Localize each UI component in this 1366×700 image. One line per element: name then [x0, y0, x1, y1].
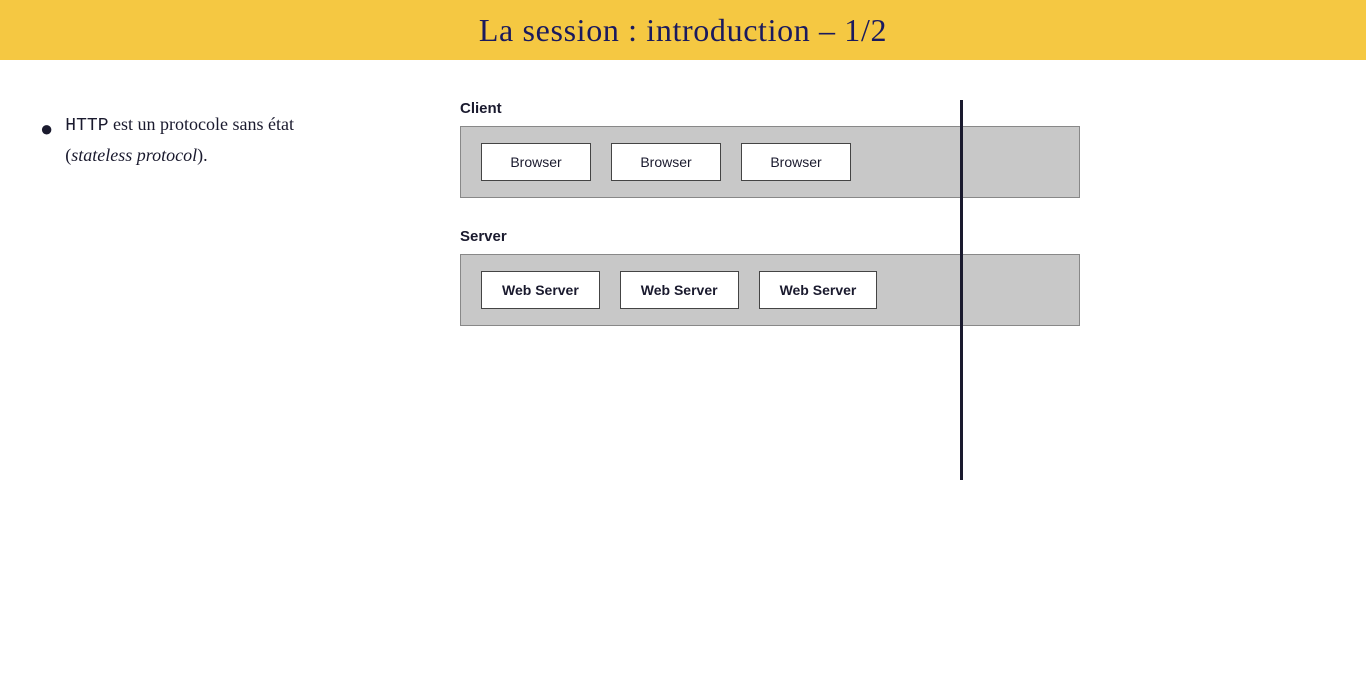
slide-title: La session : introduction – 1/2: [479, 12, 887, 49]
bullet-text: HTTP est un protocole sans état(stateles…: [65, 110, 294, 172]
right-panel: Client Browser Browser Browser Server We…: [460, 90, 1326, 670]
http-label: HTTP: [65, 116, 108, 136]
bullet-dot: ●: [40, 112, 53, 145]
server-diagram-box: Web Server Web Server Web Server: [460, 254, 1080, 326]
server-label: Server: [460, 228, 1326, 245]
client-diagram-box: Browser Browser Browser: [460, 126, 1080, 198]
vertical-divider: [960, 100, 963, 480]
left-panel: ● HTTP est un protocole sans état(statel…: [40, 90, 420, 670]
bullet-text-italic: stateless protocol: [71, 145, 197, 165]
web-server-box-3: Web Server: [759, 271, 878, 309]
server-section: Server Web Server Web Server Web Server: [460, 228, 1326, 326]
diagrams-wrapper: Client Browser Browser Browser Server We…: [460, 100, 1326, 326]
browser-box-2: Browser: [611, 143, 721, 181]
section-gap: [460, 198, 1326, 228]
slide-content: ● HTTP est un protocole sans état(statel…: [0, 60, 1366, 700]
browser-box-1: Browser: [481, 143, 591, 181]
browser-box-3: Browser: [741, 143, 851, 181]
slide-header: La session : introduction – 1/2: [0, 0, 1366, 60]
client-label: Client: [460, 100, 1326, 117]
web-server-box-2: Web Server: [620, 271, 739, 309]
bullet-text-close: ).: [197, 145, 208, 165]
bullet-item: ● HTTP est un protocole sans état(statel…: [40, 110, 420, 172]
client-section: Client Browser Browser Browser: [460, 100, 1326, 198]
bullet-text-normal: est un protocole sans état: [109, 114, 294, 134]
web-server-box-1: Web Server: [481, 271, 600, 309]
